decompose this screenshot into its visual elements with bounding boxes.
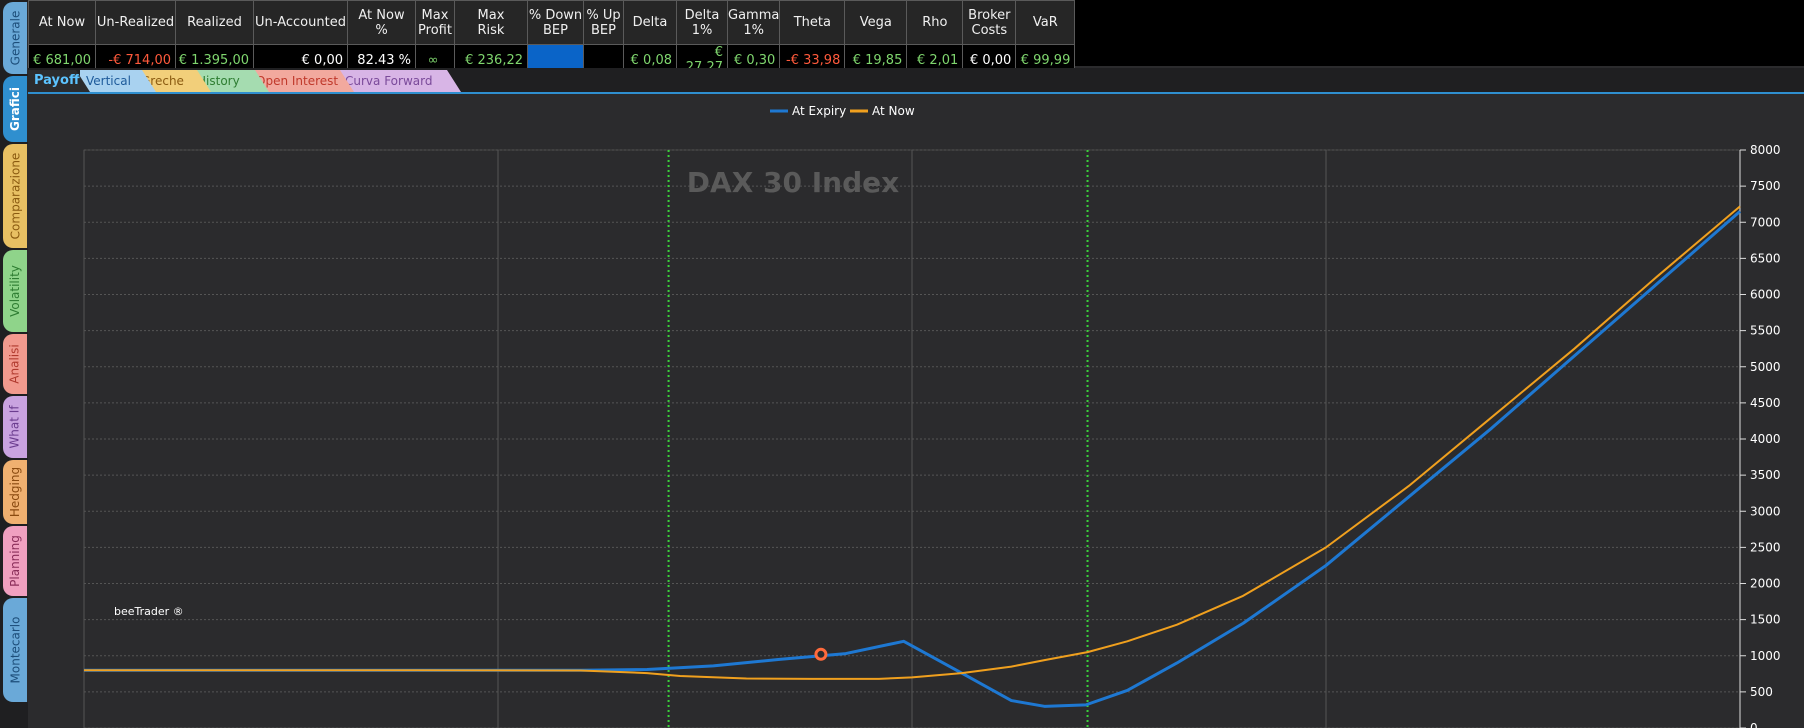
side-tab-generale[interactable]: Generale [3, 2, 29, 74]
y-tick-label: 4500 [1750, 396, 1781, 410]
summary-header-at-now: At Now [28, 0, 96, 45]
legend-label: At Expiry [792, 104, 846, 118]
payoff-chart: 0 500 1000 1500 2000 2500 3000 3500 4000 4500 5000… [28, 94, 1804, 728]
y-tick-label: 7500 [1750, 179, 1781, 193]
summary-header-un-realized: Un-Realized [95, 0, 176, 45]
current-price-marker [814, 647, 828, 661]
side-tab-what-if[interactable]: What If [3, 396, 29, 458]
side-tab-grafici[interactable]: Grafici [3, 76, 29, 142]
side-tab-montecarlo[interactable]: Montecarlo [3, 598, 29, 702]
summary-header-broker-costs: Broker Costs [962, 0, 1017, 45]
summary-header-line: Vega [859, 15, 892, 30]
summary-header-line: Max [421, 7, 449, 23]
summary-header-line: Costs [971, 22, 1008, 38]
side-tab-label: Montecarlo [8, 616, 23, 684]
side-tab-label: Planning [8, 535, 23, 587]
summary-header-line: Risk [477, 22, 505, 38]
tab-curva-forward[interactable]: Curva Forward [339, 70, 461, 92]
summary-header-line: Realized [187, 15, 242, 30]
y-tick-label: 5500 [1750, 324, 1781, 338]
summary-header-line: VaR [1032, 15, 1058, 30]
summary-header-line: BEP [591, 22, 616, 38]
summary-header-max-risk: Max Risk [454, 0, 528, 45]
summary-header-rho: Rho [906, 0, 964, 45]
summary-header-line: % Up [586, 7, 621, 23]
summary-header-at-now-: At Now% [347, 0, 416, 45]
summary-header-line: % Down [528, 7, 583, 23]
beetrader-watermark: beeTrader ® [114, 605, 184, 618]
chart-title: DAX 30 Index [687, 166, 899, 199]
side-tab-strip: Generale Grafici Comparazione Volatility Ana… [0, 0, 29, 728]
summary-header-un-accounted: Un-Accounted [253, 0, 348, 45]
summary-header-delta-1-: Delta 1% [676, 0, 728, 45]
summary-header-gamma-1-: Gamma 1% [726, 0, 781, 45]
summary-header-line: % [375, 22, 388, 38]
y-tick-label: 6000 [1750, 288, 1781, 302]
summary-header-line: Un-Accounted [255, 15, 346, 30]
summary-header-line: Gamma [728, 7, 780, 23]
summary-header-realized: Realized [175, 0, 254, 45]
y-tick-label: 7000 [1750, 215, 1781, 229]
legend-label: At Now [872, 104, 915, 118]
side-tab-analisi[interactable]: Analisi [3, 334, 29, 394]
summary-header-line: 1% [743, 22, 764, 38]
side-tab-label: Volatility [8, 265, 23, 317]
summary-header-line: Profit [418, 22, 452, 38]
side-tab-label: Analisi [8, 344, 23, 384]
summary-header--up-bep: % Up BEP [583, 0, 624, 45]
side-tab-label: What If [8, 405, 23, 449]
side-tab-planning[interactable]: Planning [3, 526, 29, 596]
summary-header-line: Delta [684, 7, 720, 23]
summary-header-line: 1% [691, 22, 713, 38]
y-tick-label: 0 [1750, 721, 1758, 728]
y-tick-label: 2500 [1750, 540, 1781, 554]
side-tab-label: Grafici [8, 87, 22, 131]
side-tab-label: Generale [8, 10, 22, 66]
side-tab-comparazione[interactable]: Comparazione [3, 144, 29, 248]
summary-header-vega: Vega [844, 0, 908, 45]
y-tick-label: 4000 [1750, 432, 1781, 446]
y-tick-label: 2000 [1750, 577, 1781, 591]
side-tab-hedging[interactable]: Hedging [3, 460, 29, 524]
y-tick-label: 3000 [1750, 504, 1781, 518]
summary-header-theta: Theta [779, 0, 846, 45]
summary-header-line: BEP [543, 22, 568, 38]
summary-header-line: Broker [968, 7, 1011, 23]
summary-table: At Now Un-Realized Realized Un-Accounted At … [28, 0, 1804, 76]
summary-header-line: Delta [632, 15, 668, 30]
y-tick-label: 6500 [1750, 251, 1781, 265]
y-tick-label: 1000 [1750, 649, 1781, 663]
side-tab-label: Comparazione [8, 152, 23, 240]
summary-header-line: Un-Realized [96, 15, 175, 30]
side-tab-label: Hedging [8, 466, 23, 518]
y-tick-label: 3500 [1750, 468, 1781, 482]
summary-header-delta: Delta [623, 0, 677, 45]
side-tab-volatility[interactable]: Volatility [3, 250, 29, 332]
y-tick-label: 1500 [1750, 613, 1781, 627]
y-tick-label: 8000 [1750, 143, 1781, 157]
chart-tab-bar: Payoff Vertical Greche History Open Interest… [28, 68, 1804, 94]
summary-header-line: At Now [358, 7, 405, 23]
summary-header-line: Rho [922, 15, 948, 30]
chart-svg: 0 500 1000 1500 2000 2500 3000 3500 4000 4500 5000… [83, 104, 1781, 728]
summary-header-max-profit: Max Profit [415, 0, 455, 45]
y-tick-label: 5000 [1750, 360, 1781, 374]
summary-header-line: Theta [793, 15, 831, 30]
y-tick-label: 500 [1750, 685, 1773, 699]
summary-header--down-bep: % Down BEP [527, 0, 584, 45]
summary-header-line: At Now [38, 15, 86, 30]
summary-header-line: Max [477, 7, 505, 23]
summary-header-var: VaR [1015, 0, 1076, 45]
